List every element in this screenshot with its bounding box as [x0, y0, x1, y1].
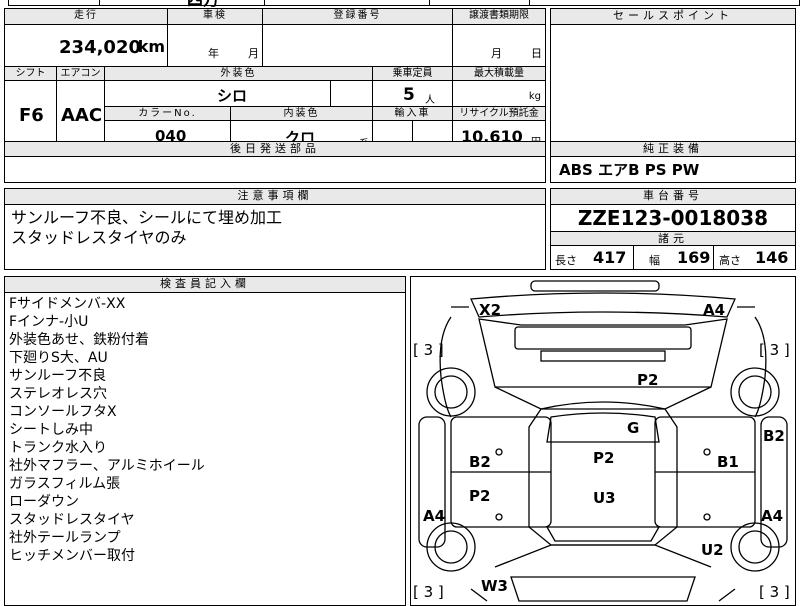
damage-mark-x2: X2: [479, 301, 502, 319]
exterior-color-extra-cell: [331, 81, 373, 107]
inspector-line-9: トランク水入り: [9, 440, 107, 456]
exterior-color-cell: シロ: [105, 81, 331, 107]
inspector-line-11: ガラスフィルム張: [9, 476, 121, 492]
car-diagram-panel: [ 3 ] [ 3 ] [ 3 ] [ 3 ] X2 A4 P2 G B2 B2…: [410, 276, 796, 606]
aircon-header: エアコン: [57, 67, 105, 81]
shaken-month-unit: 月: [248, 47, 259, 60]
damage-mark-b1: B1: [717, 453, 739, 471]
transfer-day-unit: 日: [531, 47, 542, 60]
height-value: 146: [755, 248, 789, 267]
later-parts-header: 後日発送部品: [5, 142, 545, 157]
damage-mark-b2-right-edge: B2: [763, 427, 785, 445]
registration-header: 登録番号: [263, 9, 453, 25]
main-info-grid: 走行 車検 登録番号 譲渡書類期限 234,020 km 年 月 月 日 シフト…: [4, 8, 546, 156]
import-header: 輸入車: [373, 107, 453, 121]
inspector-line-10: 社外マフラー、アルミホイール: [9, 458, 205, 474]
equipment-header: 純正装備: [551, 142, 795, 157]
damage-mark-u3: U3: [593, 489, 616, 507]
inspector-line-2: Fインナ-小U: [9, 314, 89, 330]
length-label: 長さ: [555, 254, 577, 267]
damage-mark-p2-roof: P2: [593, 449, 615, 467]
shift-header: シフト: [5, 67, 57, 81]
mileage-unit: km: [137, 37, 165, 56]
exterior-color-header: 外装色: [105, 67, 373, 81]
car-outline-diagram: [418, 280, 788, 602]
shift-value: F6: [19, 105, 44, 126]
mileage-header: 走行: [5, 9, 168, 25]
damage-mark-p2-rear-door: P2: [469, 487, 491, 505]
damage-bracket-front-right: [ 3 ]: [759, 341, 790, 359]
transfer-cell: 月 日: [453, 25, 545, 67]
inspector-line-12: ローダウン: [9, 494, 79, 510]
shaken-cell: 年 月: [168, 25, 263, 67]
color-no-header: カラーNo.: [105, 107, 231, 121]
aircon-value: AAC: [61, 105, 103, 126]
transfer-header: 譲渡書類期限: [453, 9, 545, 25]
length-value: 417: [593, 248, 627, 267]
capacity-cell: 5 人: [373, 81, 453, 107]
notes-panel: 注意事項欄 サンルーフ不良、シールにて埋め加工 スタッドレスタイヤのみ: [4, 188, 546, 270]
notes-line-2: スタッドレスタイヤのみ: [11, 228, 187, 247]
load-unit: kg: [528, 91, 541, 102]
inspector-panel: 検査員記入欄 Fサイドメンバ-XX Fインナ-小U 外装色あせ、鉄粉付着 下廻り…: [4, 276, 406, 606]
specs-header: 諸元: [551, 231, 795, 246]
capacity-value: 5: [403, 85, 415, 105]
mileage-cell: 234,020 km: [5, 25, 168, 67]
capacity-unit: 人: [425, 95, 435, 106]
inspector-line-5: サンルーフ不良: [9, 368, 107, 384]
mileage-value: 234,020: [59, 37, 141, 58]
damage-mark-g: G: [627, 419, 640, 437]
inspector-line-1: Fサイドメンバ-XX: [9, 296, 126, 312]
equipment-panel: 純正装備 ABS エアB PS PW: [550, 141, 796, 183]
damage-bracket-rear-left: [ 3 ]: [413, 583, 444, 601]
damage-mark-u2: U2: [701, 541, 724, 559]
inspector-line-15: ヒッチメンバー取付: [9, 548, 135, 564]
recycle-header: リサイクル預託金: [453, 107, 545, 121]
height-label: 高さ: [719, 254, 741, 267]
top-strip: 四万: [8, 0, 800, 9]
registration-cell: [263, 25, 453, 67]
shaken-header: 車検: [168, 9, 263, 25]
damage-mark-p2-hood: P2: [637, 371, 659, 389]
chassis-number: ZZE123-0018038: [577, 206, 769, 230]
sales-point-panel: セールスポイント: [550, 8, 796, 142]
inspector-line-6: ステレオレス穴: [9, 386, 107, 402]
damage-mark-w3: W3: [481, 577, 508, 595]
sales-point-header: セールスポイント: [551, 9, 795, 25]
inspector-header: 検査員記入欄: [5, 277, 405, 293]
notes-header: 注意事項欄: [5, 189, 545, 205]
capacity-header: 乗車定員: [373, 67, 453, 81]
later-parts-panel: 後日発送部品: [4, 141, 546, 183]
chassis-header: 車台番号: [551, 189, 795, 205]
damage-mark-a4-front-right: A4: [703, 301, 726, 319]
inspector-line-4: 下廻りS大、AU: [9, 350, 108, 366]
damage-mark-a4-left: A4: [423, 507, 446, 525]
exterior-color-value: シロ: [217, 87, 248, 105]
damage-bracket-rear-right: [ 3 ]: [759, 583, 790, 601]
transfer-month-unit: 月: [491, 47, 502, 60]
width-value: 169: [677, 248, 711, 267]
inspector-line-14: 社外テールランプ: [9, 530, 121, 546]
shaken-year-unit: 年: [208, 47, 219, 60]
inspector-line-8: シートしみ中: [9, 422, 93, 438]
damage-mark-b2-left-door: B2: [469, 453, 491, 471]
inspector-line-3: 外装色あせ、鉄粉付着: [9, 332, 149, 348]
damage-mark-a4-right: A4: [761, 507, 784, 525]
max-load-cell: kg: [453, 81, 545, 107]
max-load-header: 最大積載量: [453, 67, 545, 81]
interior-color-header: 内装色: [231, 107, 373, 121]
damage-bracket-front-left: [ 3 ]: [413, 341, 444, 359]
inspector-line-7: コンソールフタX: [9, 404, 117, 420]
notes-line-1: サンルーフ不良、シールにて埋め加工: [11, 208, 283, 227]
inspector-line-13: スタッドレスタイヤ: [9, 512, 135, 528]
equipment-value: ABS エアB PS PW: [559, 161, 700, 179]
chassis-panel: 車台番号 ZZE123-0018038 諸元 長さ 417 幅 169 高さ 1…: [550, 188, 796, 270]
width-label: 幅: [649, 254, 660, 267]
